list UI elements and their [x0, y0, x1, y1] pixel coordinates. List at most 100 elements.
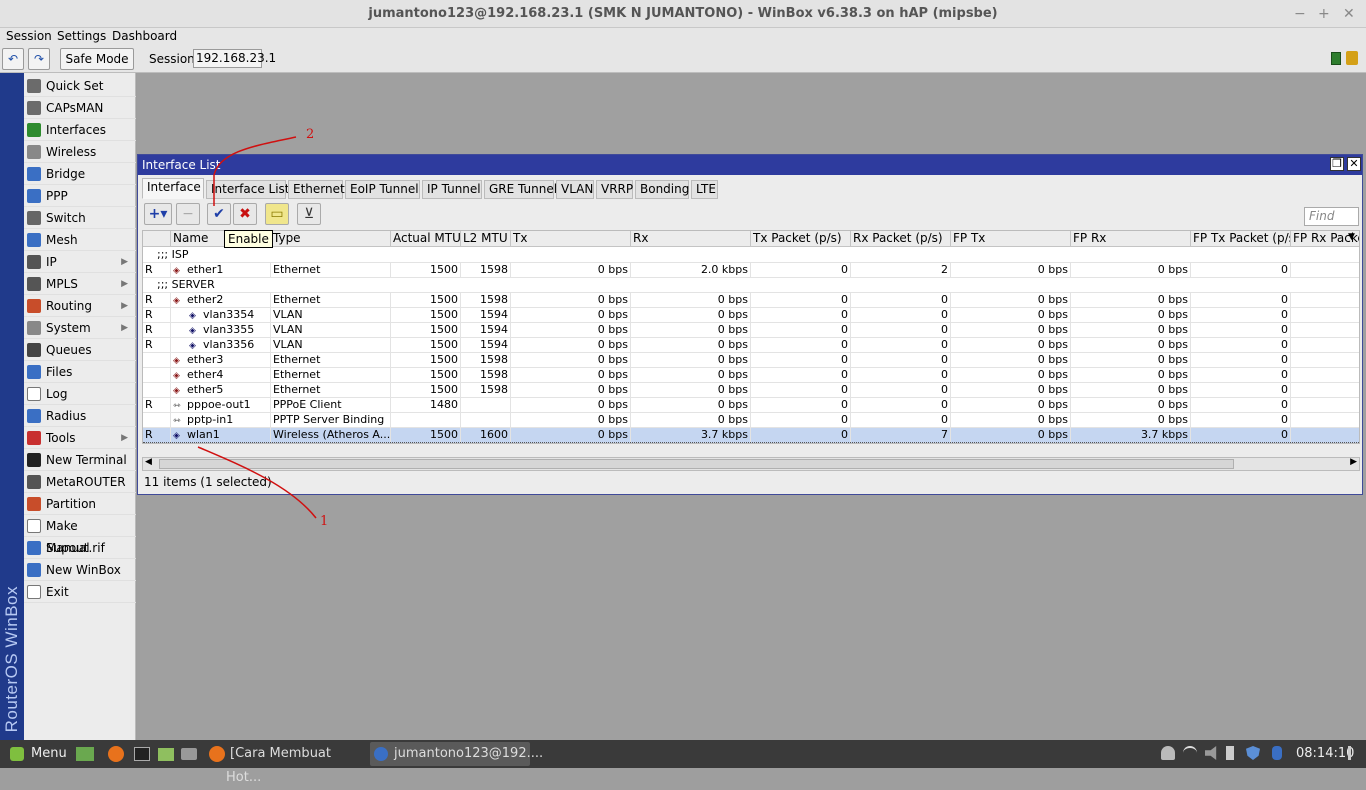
close-window-button[interactable]: ✕	[1347, 157, 1361, 171]
scrollbar-thumb[interactable]	[159, 459, 1234, 469]
tab-ip-tunnel[interactable]: IP Tunnel	[422, 180, 482, 199]
sidebar-item-interfaces[interactable]: Interfaces	[24, 119, 136, 141]
sidebar-item-exit[interactable]: Exit	[24, 581, 136, 603]
sidebar-item-mesh[interactable]: Mesh	[24, 229, 136, 251]
table-row[interactable]: ◈ ether5 Ethernet 1500 1598 0 bps 0 bps 0 0 0 bps…	[143, 383, 1359, 398]
sidebar-item-radius[interactable]: Radius	[24, 405, 136, 427]
sidebar-item-quick-set[interactable]: Quick Set	[24, 75, 136, 97]
tab-interface-list[interactable]: Interface List	[206, 180, 290, 199]
sidebar-item-new-terminal[interactable]: New Terminal	[24, 449, 136, 471]
enable-button[interactable]: ✔	[207, 203, 231, 225]
bluetooth-icon[interactable]	[1272, 746, 1282, 760]
sidebar-item-files[interactable]: Files	[24, 361, 136, 383]
terminal-launcher-icon[interactable]	[134, 740, 152, 768]
column-header-fp-rx[interactable]: FP Rx	[1071, 231, 1191, 247]
menu-dashboard[interactable]: Dashboard	[112, 29, 177, 43]
minimize-button[interactable]: −	[1294, 0, 1306, 28]
column-header-tx-packet-p-s-[interactable]: Tx Packet (p/s)	[751, 231, 851, 247]
find-input[interactable]: Find	[1304, 207, 1359, 226]
column-header-flags[interactable]	[143, 231, 171, 247]
comment-row[interactable]: ;;; ISP	[143, 248, 1359, 263]
sidebar-item-capsman[interactable]: CAPsMAN	[24, 97, 136, 119]
sidebar-item-switch[interactable]: Switch	[24, 207, 136, 229]
sidebar-item-routing[interactable]: Routing ▶	[24, 295, 136, 317]
shield-icon[interactable]	[1246, 746, 1260, 760]
tab-lte[interactable]: LTE	[691, 180, 718, 199]
sidebar-item-partition[interactable]: Partition	[24, 493, 136, 515]
tab-ethernet[interactable]: Ethernet	[288, 180, 345, 199]
menu-settings[interactable]: Settings	[57, 29, 106, 43]
column-header-l2-mtu[interactable]: L2 MTU	[461, 231, 511, 247]
volume-icon[interactable]	[1205, 746, 1217, 760]
column-header-rx[interactable]: Rx	[631, 231, 751, 247]
tab-interface[interactable]: Interface	[142, 178, 204, 199]
column-header-type[interactable]: Type	[271, 231, 391, 247]
sidebar-item-label: Exit	[46, 585, 69, 599]
table-row[interactable]: R ◈ ether2 Ethernet 1500 1598 0 bps 0 bps 0 0 0 bp…	[143, 293, 1359, 308]
column-header-tx[interactable]: Tx	[511, 231, 631, 247]
scroll-right-icon[interactable]: ▶	[1350, 457, 1357, 467]
sidebar-item-wireless[interactable]: Wireless	[24, 141, 136, 163]
sidebar-item-log[interactable]: Log	[24, 383, 136, 405]
table-row[interactable]: ◈ ether3 Ethernet 1500 1598 0 bps 0 bps 0 0 0 bps…	[143, 353, 1359, 368]
user-icon[interactable]	[1161, 746, 1175, 760]
sidebar-item-queues[interactable]: Queues	[24, 339, 136, 361]
restore-window-button[interactable]: ❐	[1330, 157, 1344, 171]
tab-eoip-tunnel[interactable]: EoIP Tunnel	[345, 180, 420, 199]
add-button[interactable]: +▾	[144, 203, 172, 225]
table-row[interactable]: R ◈ vlan3356 VLAN 1500 1594 0 bps 0 bps 0 0 0 bps 0…	[143, 338, 1359, 353]
mint-logo-icon[interactable]	[10, 740, 24, 768]
show-desktop-corner[interactable]	[1348, 746, 1351, 760]
table-row[interactable]: R ◈ wlan1 Wireless (Atheros A... 1500 1600 0 b…	[143, 428, 1359, 443]
menu-session[interactable]: Session	[6, 29, 52, 43]
menu-button[interactable]: Menu	[31, 740, 67, 768]
table-row[interactable]: R ⇿ pppoe-out1 PPPoE Client 1480 0 bps 0 bps 0 0…	[143, 398, 1359, 413]
sidebar-item-manual[interactable]: Manual	[24, 537, 136, 559]
disable-button[interactable]: ✖	[233, 203, 257, 225]
folder-icon[interactable]	[158, 740, 176, 768]
safe-mode-button[interactable]: Safe Mode	[60, 48, 134, 70]
sidebar-item-bridge[interactable]: Bridge	[24, 163, 136, 185]
sidebar-item-ppp[interactable]: PPP	[24, 185, 136, 207]
column-menu-icon[interactable]: ▼	[1348, 232, 1355, 242]
tab-gre-tunnel[interactable]: GRE Tunnel	[484, 180, 557, 199]
sidebar-item-system[interactable]: System ▶	[24, 317, 136, 339]
tab-vlan[interactable]: VLAN	[556, 180, 594, 199]
table-row[interactable]: R ◈ vlan3355 VLAN 1500 1594 0 bps 0 bps 0 0 0 bps 0…	[143, 323, 1359, 338]
table-row[interactable]: ⇿ pptp-in1 PPTP Server Binding 0 bps 0 bps 0 0…	[143, 413, 1359, 428]
sidebar-item-tools[interactable]: Tools ▶	[24, 427, 136, 449]
table-row[interactable]: R ◈ vlan3354 VLAN 1500 1594 0 bps 0 bps 0 0 0 bps 0…	[143, 308, 1359, 323]
interface-window-titlebar[interactable]: Interface List ❐ ✕	[138, 155, 1362, 175]
tab-vrrp[interactable]: VRRP	[596, 180, 633, 199]
table-row[interactable]: R ◈ ether1 Ethernet 1500 1598 0 bps 2.0 kbps 0 2 0…	[143, 263, 1359, 278]
column-header-rx-packet-p-s-[interactable]: Rx Packet (p/s)	[851, 231, 951, 247]
battery-icon[interactable]	[1226, 746, 1234, 760]
tab-bonding[interactable]: Bonding	[635, 180, 689, 199]
maximize-button[interactable]: +	[1318, 0, 1330, 28]
scroll-left-icon[interactable]: ◀	[145, 457, 152, 467]
table-row[interactable]: ◈ ether4 Ethernet 1500 1598 0 bps 0 bps 0 0 0 bps…	[143, 368, 1359, 383]
task-winbox[interactable]: jumantono123@192....	[370, 742, 543, 766]
redo-button[interactable]: ↷	[28, 48, 50, 70]
session-input[interactable]: 192.168.23.1	[193, 49, 276, 68]
wifi-icon[interactable]	[1183, 746, 1197, 760]
task-browser[interactable]: [Cara Membuat Hot...	[206, 742, 366, 785]
show-desktop-icon[interactable]	[76, 740, 94, 768]
column-header-actual-mtu[interactable]: Actual MTU	[391, 231, 461, 247]
column-header-fp-tx[interactable]: FP Tx	[951, 231, 1071, 247]
comment-row[interactable]: ;;; SERVER	[143, 278, 1359, 293]
sidebar-item-ip[interactable]: IP ▶	[24, 251, 136, 273]
sidebar-item-make-supout-rif[interactable]: Make Supout.rif	[24, 515, 136, 555]
comment-button[interactable]: ▭	[265, 203, 289, 225]
remove-button[interactable]: −	[176, 203, 200, 225]
camera-icon[interactable]	[181, 740, 199, 768]
sidebar-item-mpls[interactable]: MPLS ▶	[24, 273, 136, 295]
horizontal-scrollbar[interactable]: ◀ ▶	[142, 457, 1360, 471]
firefox-icon[interactable]	[108, 740, 126, 768]
sidebar-item-new-winbox[interactable]: New WinBox	[24, 559, 136, 581]
close-button[interactable]: ✕	[1343, 0, 1355, 28]
undo-button[interactable]: ↶	[2, 48, 24, 70]
sidebar-item-metarouter[interactable]: MetaROUTER	[24, 471, 136, 493]
column-header-fp-tx-packet-p-s-[interactable]: FP Tx Packet (p/s)	[1191, 231, 1291, 247]
filter-button[interactable]: ⊻	[297, 203, 321, 225]
